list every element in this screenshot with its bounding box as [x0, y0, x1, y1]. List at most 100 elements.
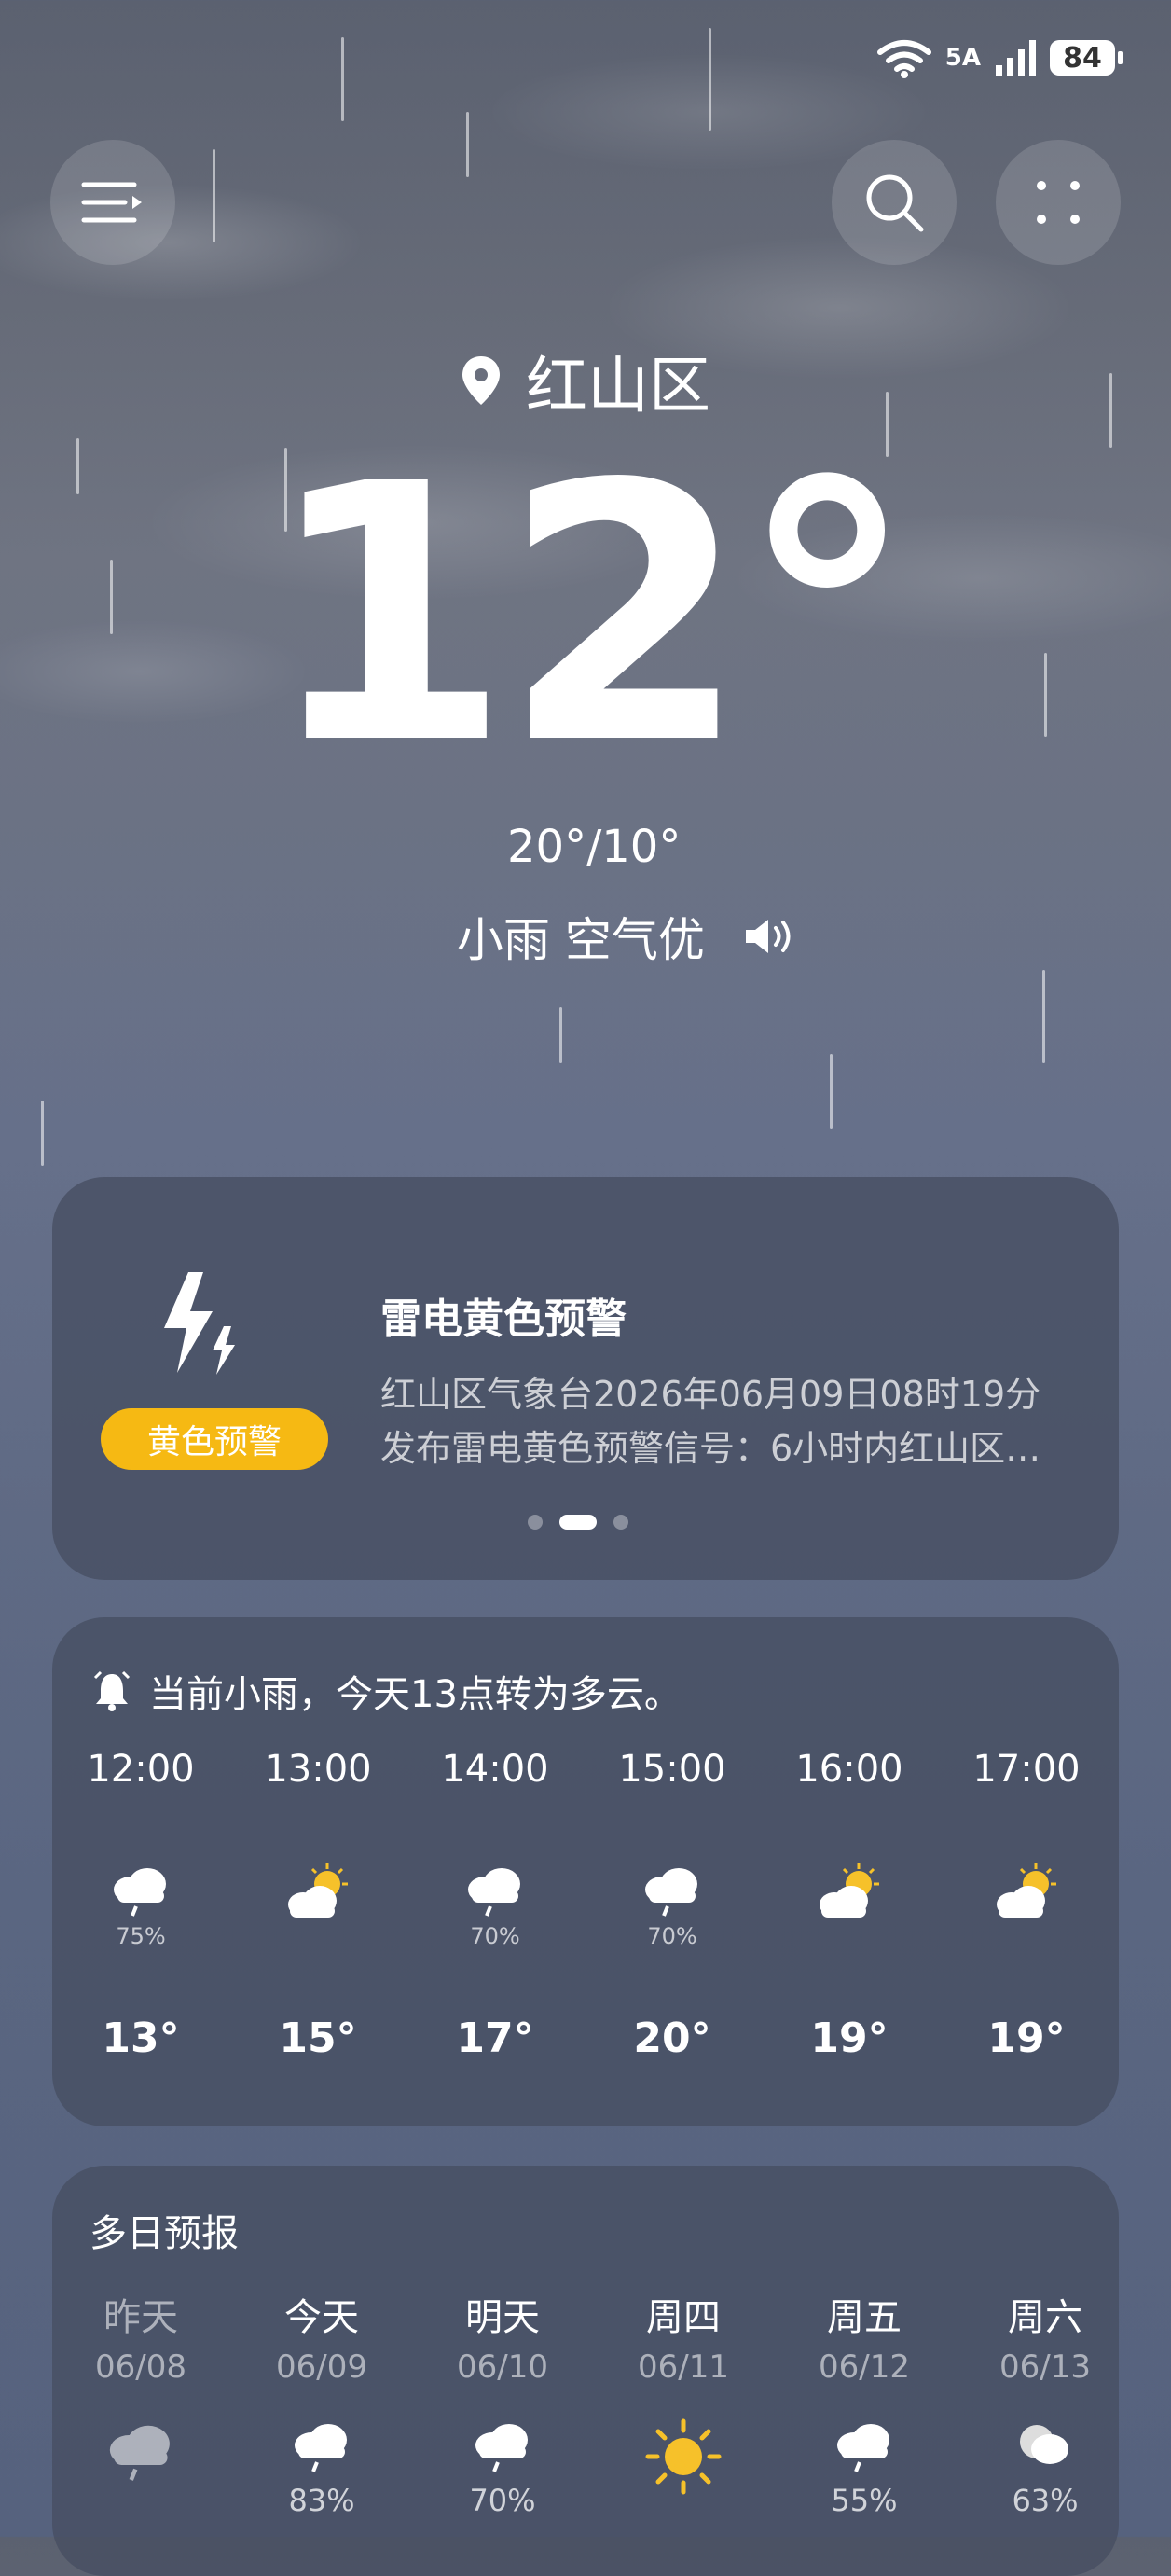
day-name: 今天 [284, 2296, 359, 2339]
day-precip: 55% [831, 2483, 898, 2518]
rain-drop [466, 112, 469, 177]
hour-temp: 20° [633, 2015, 711, 2062]
day-name: 周四 [646, 2296, 721, 2339]
signal-icon [996, 40, 1036, 76]
hour-precip: 70% [470, 1923, 520, 1949]
battery-indicator: 84 [1050, 40, 1123, 76]
day-precip: 83% [288, 2483, 355, 2518]
rain-drop [341, 37, 344, 121]
hour-temp: 17° [456, 2015, 534, 2062]
location-pin-icon [462, 356, 500, 405]
hourly-list[interactable]: 12:00 75% 13° 13:00 15° 14:00 70% 17° 15… [52, 1748, 1119, 2140]
hour-temp: 19° [810, 2015, 889, 2062]
hour-temp: 19° [987, 2015, 1066, 2062]
network-type: 5A [944, 44, 981, 72]
warning-line-2: 发布雷电黄色预警信号：6小时内红山区… [380, 1428, 1041, 1469]
rain-drop [559, 1007, 562, 1063]
rain-cloud-icon [475, 2424, 528, 2472]
warning-level-badge: 黄色预警 [101, 1408, 328, 1470]
speaker-icon[interactable] [742, 916, 798, 957]
day-name: 明天 [465, 2296, 540, 2339]
condition-text: 小雨 空气优 [457, 913, 705, 967]
rain-drop [1042, 970, 1045, 1063]
day-name: 昨天 [103, 2296, 178, 2339]
day-name: 周五 [827, 2296, 902, 2339]
sun-cloud-icon [997, 1863, 1056, 1918]
status-bar: 5A 84 [876, 37, 1123, 78]
page-dot-active [559, 1515, 597, 1530]
rain-drop [709, 28, 711, 131]
day-item[interactable]: 周五 06/12 55% [776, 2287, 953, 2518]
day-date: 06/12 [819, 2348, 910, 2386]
search-icon [866, 174, 924, 232]
hour-item[interactable]: 15:00 70% 20° [584, 1748, 761, 2062]
page-indicator [528, 1515, 628, 1530]
day-item[interactable]: 今天 06/09 83% [233, 2287, 410, 2518]
day-item[interactable]: 周六 06/13 63% [957, 2287, 1119, 2518]
day-date: 06/08 [95, 2348, 186, 2386]
search-button[interactable] [832, 140, 957, 265]
hour-item[interactable]: 16:00 19° [761, 1748, 938, 2062]
hour-item[interactable]: 17:00 19° [938, 1748, 1115, 2062]
current-temperature: 12° [264, 409, 916, 822]
moon-cloud-icon [1020, 2425, 1068, 2464]
wifi-icon [876, 40, 931, 78]
daily-forecast-card[interactable]: 多日预报 昨天 06/08 今天 06/09 83% 明天 06/10 70% … [52, 2166, 1119, 2576]
day-date: 06/11 [638, 2348, 729, 2386]
day-precip: 63% [1012, 2483, 1079, 2518]
day-item[interactable]: 明天 06/10 70% [414, 2287, 591, 2518]
hour-item[interactable]: 12:00 75% 13° [52, 1748, 229, 2062]
rain-cloud-icon [295, 2424, 347, 2472]
rain-cloud-icon [114, 1868, 166, 1917]
warning-line-1: 红山区气象台2026年06月09日08时19分 [380, 1374, 1041, 1415]
hour-temp: 15° [279, 2015, 357, 2062]
hourly-summary-text: 当前小雨，今天13点转为多云。 [149, 1673, 682, 1716]
hour-time: 15:00 [618, 1748, 726, 1791]
page-dot [613, 1515, 628, 1530]
daily-list[interactable]: 昨天 06/08 今天 06/09 83% 明天 06/10 70% 周四 06… [52, 2287, 1119, 2567]
rain-cloud-icon [645, 1868, 697, 1917]
hour-time: 13:00 [264, 1748, 372, 1791]
sun-icon [645, 2418, 722, 2495]
hour-time: 12:00 [87, 1748, 195, 1791]
sun-cloud-icon [288, 1863, 348, 1918]
rain-drop [213, 149, 215, 242]
hour-precip: 75% [116, 1923, 166, 1949]
sun-cloud-icon [820, 1863, 879, 1918]
hour-item[interactable]: 14:00 70% 17° [406, 1748, 584, 2062]
day-date: 06/09 [276, 2348, 367, 2386]
more-button[interactable] [996, 140, 1121, 265]
rain-cloud-icon [468, 1868, 520, 1917]
day-item[interactable]: 周四 06/11 [595, 2287, 772, 2495]
daily-forecast-title: 多日预报 [90, 2212, 239, 2255]
rain-cloud-icon [837, 2424, 889, 2472]
temperature-range: 20°/10° [507, 821, 682, 873]
condition-line: 小雨 空气优 [457, 903, 798, 970]
hour-time: 17:00 [972, 1748, 1081, 1791]
hour-precip: 70% [647, 1923, 697, 1949]
rain-drop [41, 1101, 44, 1166]
day-date: 06/13 [999, 2348, 1091, 2386]
lightning-icon [164, 1272, 235, 1375]
hour-time: 14:00 [441, 1748, 549, 1791]
dots-grid-icon [1037, 181, 1080, 224]
rain-drop [830, 1054, 833, 1129]
menu-button[interactable] [50, 140, 175, 265]
day-date: 06/10 [457, 2348, 548, 2386]
hour-temp: 13° [102, 2015, 180, 2062]
rain-cloud-icon [109, 2425, 170, 2481]
warning-card[interactable]: 黄色预警 雷电黄色预警 红山区气象台2026年06月09日08时19分 发布雷电… [52, 1177, 1119, 1580]
hourly-forecast-card[interactable]: 当前小雨，今天13点转为多云。 12:00 75% 13° 13:00 15° … [52, 1617, 1119, 2126]
day-name: 周六 [1008, 2296, 1082, 2339]
hourly-summary: 当前小雨，今天13点转为多云。 [93, 1664, 682, 1718]
battery-level: 84 [1063, 41, 1102, 75]
day-item[interactable]: 昨天 06/08 [52, 2287, 229, 2481]
menu-icon [81, 182, 142, 223]
warning-title: 雷电黄色预警 [380, 1295, 627, 1343]
bell-icon [93, 1670, 131, 1711]
hour-time: 16:00 [795, 1748, 903, 1791]
page-dot [528, 1515, 543, 1530]
warning-description: 红山区气象台2026年06月09日08时19分 发布雷电黄色预警信号：6小时内红… [380, 1367, 1098, 1475]
day-precip: 70% [469, 2483, 536, 2518]
hour-item[interactable]: 13:00 15° [229, 1748, 406, 2062]
